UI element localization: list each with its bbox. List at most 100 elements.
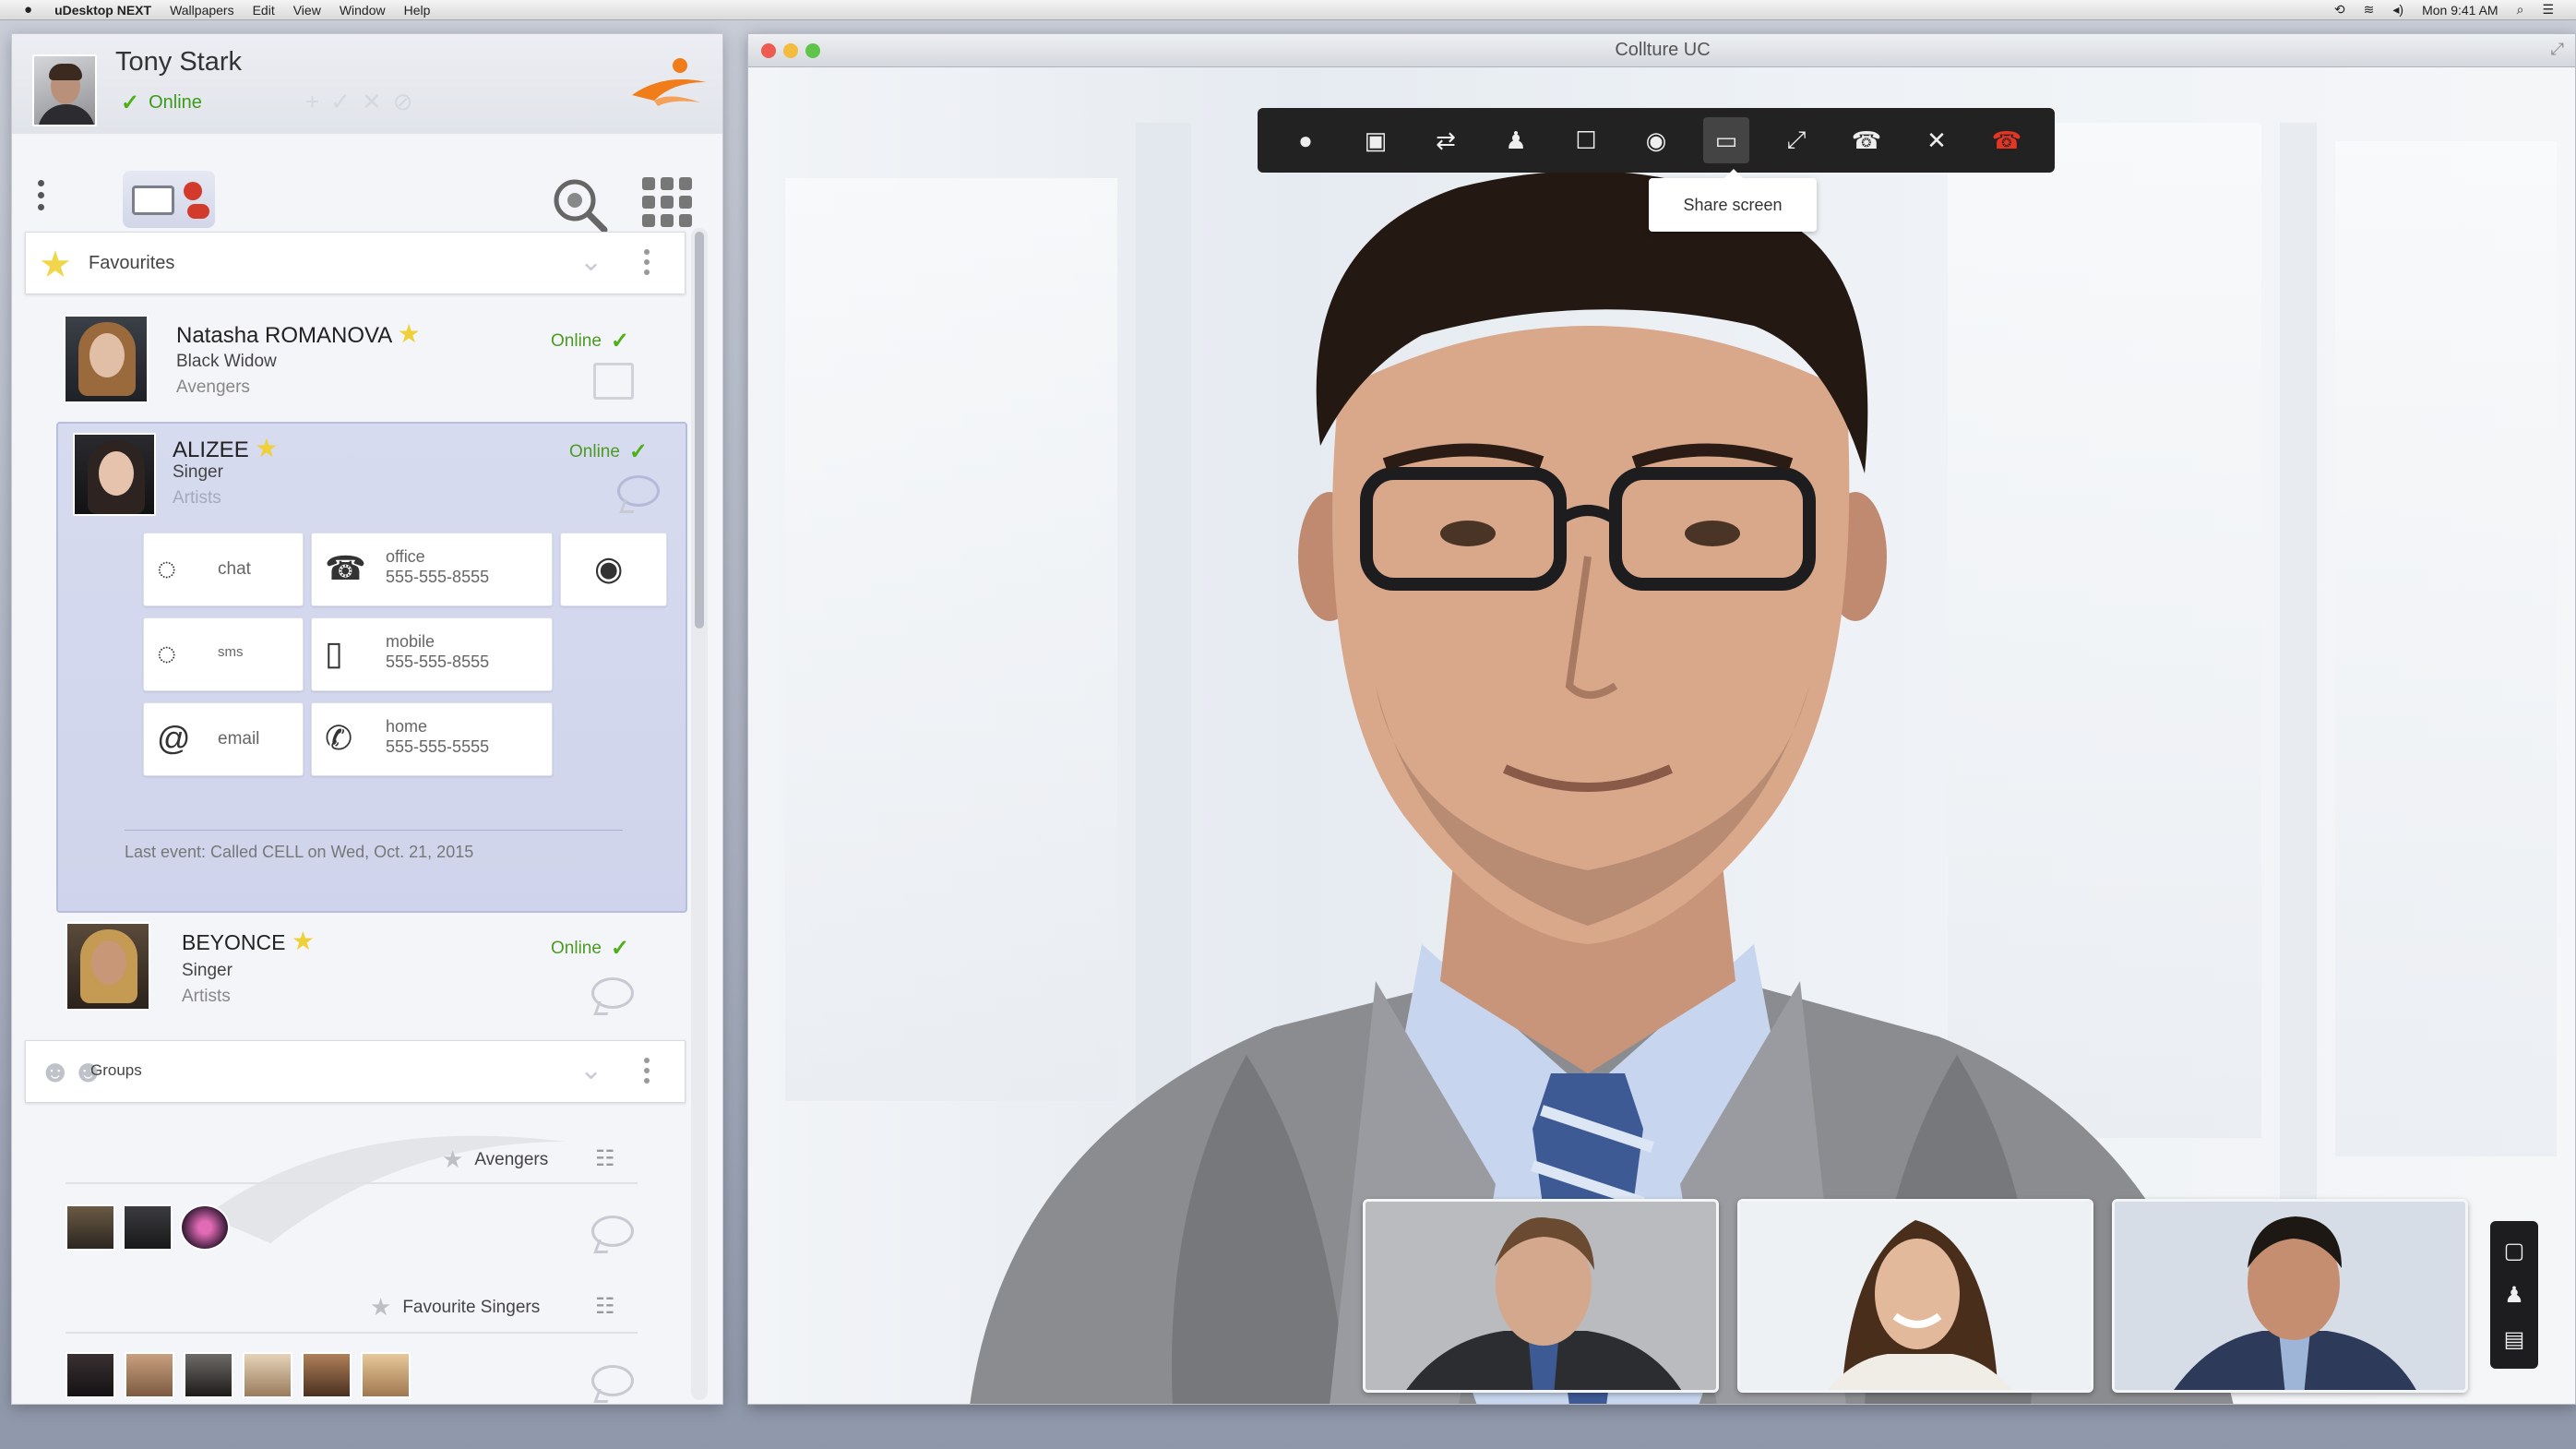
divider: [125, 830, 623, 831]
settings-tools-icon[interactable]: ✕: [1914, 117, 1960, 163]
groups-menu-icon[interactable]: [644, 1058, 651, 1088]
group-chat-icon[interactable]: [591, 1215, 634, 1247]
spotlight-icon[interactable]: ⌕: [2517, 2, 2524, 18]
participants-icon[interactable]: ♟: [2504, 1282, 2524, 1309]
menu-help[interactable]: Help: [404, 3, 431, 18]
member-thumb[interactable]: [302, 1352, 352, 1398]
wifi-icon[interactable]: ≋: [2364, 2, 2375, 18]
main-menu-icon[interactable]: [38, 180, 45, 216]
volume-icon[interactable]: ◂): [2392, 2, 2403, 18]
sms-label: sms: [218, 644, 244, 660]
groups-label: Groups: [90, 1061, 142, 1079]
expand-icon[interactable]: ⤢: [1773, 117, 1819, 163]
profile-header: Tony Stark ✓ Online +✓✕⊘: [12, 34, 722, 134]
contact-alizee-expanded[interactable]: ALIZEE ★ Singer Artists Online ✓ ◌ chat ☎…: [56, 422, 687, 913]
scrollbar-thumb[interactable]: [695, 232, 704, 629]
member-thumb[interactable]: [66, 1204, 115, 1251]
add-participant-icon[interactable]: ♟: [1493, 117, 1539, 163]
member-thumb[interactable]: [243, 1352, 292, 1398]
view-side-controls: ▢ ♟ ▤: [2490, 1221, 2538, 1369]
time-machine-icon[interactable]: ⟲: [2334, 2, 2345, 18]
video-stream[interactable]: ● ▣ ⇄ ♟ ☐ ◉ ▭ ⤢ ☎ ✕ ☎ Share screen ▢ ♟ ▤: [748, 67, 2575, 1404]
microphone-icon[interactable]: ●: [1282, 117, 1329, 163]
messages-button[interactable]: [123, 171, 215, 228]
call-mobile-button[interactable]: ▯ mobile 555-555-8555: [311, 617, 553, 691]
group-avengers[interactable]: ★ Avengers ☷: [29, 1105, 693, 1251]
collapse-chevron-icon[interactable]: ⌄: [579, 1054, 602, 1086]
panel-toolbar: [12, 134, 722, 235]
divider: [66, 1332, 638, 1334]
divider: [66, 1182, 638, 1184]
contact-group: Avengers: [176, 377, 250, 397]
group-members-icon[interactable]: ☷: [595, 1293, 615, 1320]
transfer-icon[interactable]: ⇄: [1423, 117, 1469, 163]
member-thumb[interactable]: [361, 1352, 411, 1398]
contact-name: ALIZEE ★: [173, 434, 279, 462]
notification-center-icon[interactable]: ☰: [2542, 2, 2554, 18]
share-screen-icon[interactable]: ▭: [1703, 117, 1749, 163]
chat-label: chat: [218, 559, 251, 579]
favourites-menu-icon[interactable]: [644, 249, 651, 280]
group-favourite-singers[interactable]: ★ Favourite Singers ☷: [29, 1252, 693, 1398]
email-button[interactable]: @ email: [143, 702, 304, 776]
online-check-icon: ✓: [610, 329, 630, 353]
chat-button[interactable]: ◌ chat: [143, 533, 304, 606]
profile-name: Tony Stark: [115, 47, 242, 77]
contact-natasha[interactable]: Natasha ROMANOVA ★ Black Widow Avengers …: [29, 311, 693, 422]
menu-window[interactable]: Window: [340, 3, 386, 18]
participant-tile[interactable]: [1363, 1199, 1719, 1393]
fullscreen-icon[interactable]: ⤢: [2551, 40, 2564, 59]
contact-title: Singer: [182, 961, 233, 980]
profile-avatar[interactable]: [32, 54, 97, 126]
layout-icon[interactable]: ▤: [2504, 1326, 2525, 1353]
member-thumb[interactable]: [180, 1204, 230, 1251]
menu-wallpapers[interactable]: Wallpapers: [170, 3, 234, 18]
favourites-header[interactable]: ★ Favourites ⌄: [25, 232, 686, 294]
groups-header[interactable]: ☻☻ Groups ⌄: [25, 1040, 686, 1103]
chat-bubble-icon[interactable]: [617, 475, 660, 507]
contact-title: Singer: [173, 462, 223, 482]
menubar: ● uDesktop NEXT Wallpapers Edit View Win…: [0, 0, 2576, 20]
background-window: [2335, 141, 2557, 1156]
envelope-icon: [132, 186, 174, 215]
online-check-icon: ✓: [628, 439, 649, 464]
apple-menu-icon[interactable]: ●: [24, 2, 32, 18]
favourite-star-icon: ★: [255, 434, 279, 462]
search-contacts-icon[interactable]: [547, 174, 610, 234]
group-title: ★ Avengers: [442, 1145, 549, 1173]
group-members-icon[interactable]: ☷: [595, 1145, 615, 1172]
participant-video: [1740, 1202, 2091, 1390]
favourites-star-icon: ★: [39, 245, 72, 285]
contact-beyonce[interactable]: BEYONCE ★ Singer Artists Online ✓: [29, 920, 693, 1031]
call-office-button[interactable]: ☎ office 555-555-8555: [311, 533, 553, 606]
online-check-icon: ✓: [121, 90, 140, 115]
participant-tile[interactable]: [2112, 1199, 2468, 1393]
dialpad-phone-icon[interactable]: ☎: [1843, 117, 1890, 163]
chat-panel-icon[interactable]: ▢: [2504, 1238, 2525, 1264]
camera-icon[interactable]: ▣: [1353, 117, 1399, 163]
contact-name: BEYONCE ★: [182, 927, 315, 955]
call-home-button[interactable]: ✆ home 555-555-5555: [311, 702, 553, 776]
group-chat-icon[interactable]: [591, 1365, 634, 1396]
hang-up-icon[interactable]: ☎: [1984, 117, 2030, 163]
member-thumb[interactable]: [125, 1352, 174, 1398]
member-thumb[interactable]: [184, 1352, 233, 1398]
member-thumb[interactable]: [66, 1352, 115, 1398]
desk-phone-icon[interactable]: [593, 363, 634, 400]
status-options-icons[interactable]: +✓✕⊘: [305, 88, 424, 116]
participant-tile[interactable]: [1737, 1199, 2093, 1393]
member-thumb[interactable]: [123, 1204, 173, 1251]
collapse-chevron-icon[interactable]: ⌄: [579, 245, 602, 278]
dialpad-icon[interactable]: [641, 174, 693, 230]
menu-app-name[interactable]: uDesktop NEXT: [54, 3, 151, 18]
sms-button[interactable]: ◌ sms: [143, 617, 304, 691]
menu-edit[interactable]: Edit: [253, 3, 275, 18]
chat-bubble-icon[interactable]: [591, 977, 634, 1009]
menu-view[interactable]: View: [293, 3, 321, 18]
record-icon[interactable]: ◉: [1633, 117, 1679, 163]
profile-status[interactable]: ✓ Online: [121, 90, 202, 116]
chat-icon[interactable]: ☐: [1563, 117, 1609, 163]
office-phone-icon: ☎: [325, 549, 366, 587]
video-call-button[interactable]: ◉: [560, 533, 667, 606]
menubar-clock[interactable]: Mon 9:41 AM: [2422, 3, 2498, 18]
